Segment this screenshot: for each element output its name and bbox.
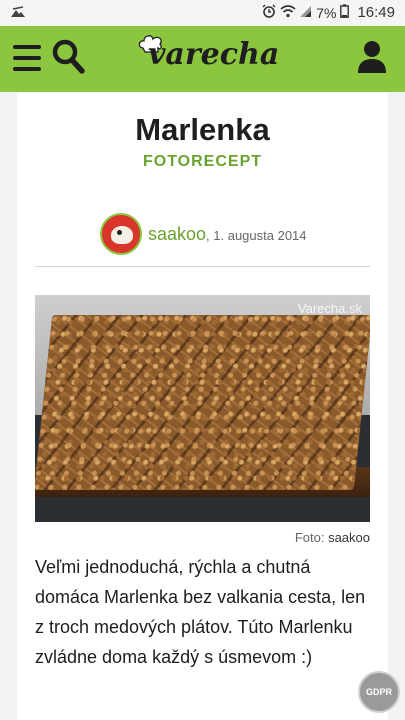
recipe-card: Marlenka FOTORECEPT saakoo , 1. augusta … [17, 92, 388, 720]
recipe-type-label[interactable]: FOTORECEPT [17, 153, 388, 171]
clock: 16:49 [357, 4, 395, 21]
search-icon[interactable] [52, 39, 86, 75]
mountain-notification-icon [10, 5, 26, 22]
battery-icon [340, 4, 350, 21]
caption-author-link[interactable]: saakoo [328, 530, 370, 545]
photo-caption: Foto: saakoo [295, 530, 370, 545]
avatar[interactable] [100, 213, 142, 255]
user-icon[interactable] [357, 40, 387, 74]
photo-watermark: Varecha.sk [297, 301, 362, 316]
author-link[interactable]: saakoo [148, 224, 206, 245]
status-bar: 7% 16:49 [0, 0, 405, 26]
gdpr-badge[interactable]: GDPR [358, 671, 400, 713]
site-logo[interactable]: varecha [138, 34, 298, 84]
publish-date: , 1. augusta 2014 [206, 228, 307, 243]
wifi-icon [280, 4, 296, 21]
signal-icon [300, 5, 312, 21]
battery-percent: 7% [316, 4, 337, 21]
hamburger-menu-icon[interactable] [13, 45, 41, 71]
recipe-photo[interactable]: Varecha.sk [35, 295, 370, 522]
author-row: saakoo , 1. augusta 2014 [100, 213, 307, 255]
recipe-title: Marlenka [135, 112, 270, 147]
alarm-icon [262, 4, 276, 21]
divider [35, 266, 370, 267]
logo-text: varecha [148, 37, 280, 72]
site-header: varecha [0, 26, 405, 92]
recipe-description: Veľmi jednoduchá, rýchla a chutná domáca… [35, 557, 366, 667]
caption-prefix: Foto: [294, 530, 325, 545]
gdpr-label: GDPR [365, 687, 392, 697]
